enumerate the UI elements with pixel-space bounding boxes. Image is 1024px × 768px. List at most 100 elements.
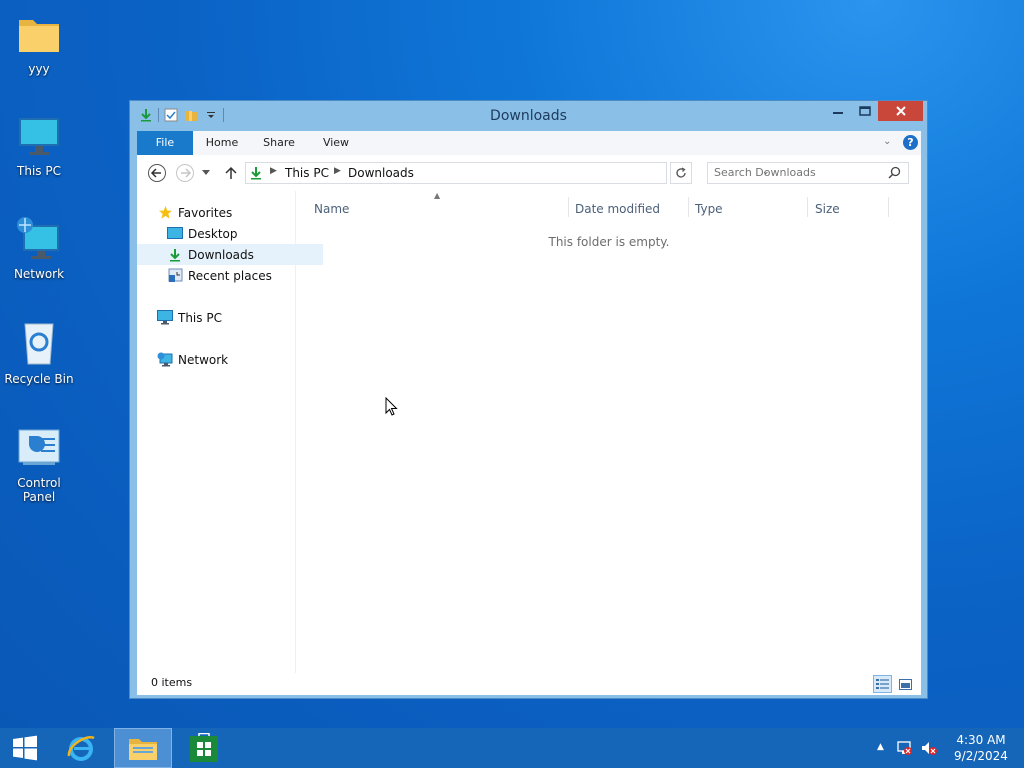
show-hidden-icons-button[interactable]: ▲ bbox=[877, 742, 884, 752]
status-bar: 0 items bbox=[137, 673, 921, 695]
close-button[interactable] bbox=[878, 101, 923, 121]
column-header-date-modified[interactable]: Date modified bbox=[575, 202, 660, 216]
control-panel-icon bbox=[15, 424, 63, 472]
ribbon-tabs: File Home Share View ⌄ ? bbox=[137, 131, 921, 155]
up-button[interactable] bbox=[221, 163, 241, 183]
nav-item-label: Favorites bbox=[178, 205, 233, 220]
downloads-icon bbox=[249, 166, 263, 183]
address-bar[interactable]: ▶ This PC ▶ Downloads ⌄ bbox=[245, 162, 770, 184]
nav-item-favorites[interactable]: Favorites bbox=[137, 202, 313, 223]
clock-time: 4:30 AM bbox=[956, 733, 1006, 747]
sort-ascending-icon: ▲ bbox=[434, 191, 441, 200]
column-header-size[interactable]: Size bbox=[815, 202, 840, 216]
desktop-icon-yyy[interactable]: yyy bbox=[0, 10, 78, 76]
downloads-icon bbox=[167, 247, 183, 263]
nav-item-downloads[interactable]: Downloads bbox=[137, 244, 323, 265]
network-status-icon[interactable] bbox=[897, 740, 913, 759]
nav-item-label: Downloads bbox=[188, 247, 254, 262]
column-divider[interactable] bbox=[568, 197, 569, 217]
nav-item-label: This PC bbox=[178, 310, 222, 325]
tab-home[interactable]: Home bbox=[199, 131, 245, 155]
recycle-bin-icon bbox=[15, 320, 63, 368]
recent-locations-button[interactable] bbox=[199, 163, 213, 183]
taskbar-file-explorer[interactable] bbox=[114, 728, 172, 768]
large-icons-view-button[interactable] bbox=[896, 675, 915, 693]
monitor-icon bbox=[157, 310, 173, 326]
content-area: Favorites Desktop Downloads Recent place… bbox=[137, 191, 921, 673]
star-icon bbox=[157, 205, 173, 221]
close-icon bbox=[895, 106, 906, 116]
desktop-icon-network[interactable]: Network bbox=[0, 215, 78, 281]
file-explorer-icon bbox=[129, 739, 157, 760]
maximize-button[interactable] bbox=[851, 101, 878, 121]
network-icon bbox=[15, 215, 63, 263]
help-icon[interactable]: ? bbox=[903, 135, 918, 150]
details-view-icon bbox=[876, 679, 889, 689]
nav-item-label: Network bbox=[178, 352, 229, 367]
system-clock[interactable]: 4:30 AM 9/2/2024 bbox=[948, 732, 1014, 764]
taskbar-store[interactable] bbox=[180, 728, 228, 768]
desktop-icon bbox=[167, 226, 183, 242]
breadcrumb-downloads[interactable]: Downloads bbox=[348, 166, 414, 180]
item-count: 0 items bbox=[151, 676, 193, 689]
tab-file[interactable]: File bbox=[137, 131, 193, 155]
recent-places-icon bbox=[167, 268, 183, 284]
column-divider[interactable] bbox=[807, 197, 808, 217]
details-view-button[interactable] bbox=[873, 675, 892, 693]
windows-logo-icon bbox=[13, 735, 37, 761]
large-icons-view-icon bbox=[899, 678, 912, 690]
column-header-name[interactable]: Name bbox=[314, 202, 349, 216]
store-icon bbox=[190, 733, 218, 762]
window-title: Downloads bbox=[490, 108, 567, 124]
monitor-icon bbox=[15, 112, 63, 160]
desktop-icon-control-panel[interactable]: Control Panel bbox=[0, 424, 78, 504]
breadcrumb-separator-icon[interactable]: ▶ bbox=[334, 166, 341, 176]
internet-explorer-icon bbox=[67, 735, 95, 761]
back-button[interactable] bbox=[147, 163, 167, 183]
forward-arrow-icon bbox=[176, 164, 194, 182]
expand-ribbon-icon[interactable]: ⌄ bbox=[883, 136, 891, 147]
breadcrumb-separator-icon[interactable]: ▶ bbox=[270, 166, 277, 176]
mouse-cursor-icon bbox=[385, 396, 399, 420]
desktop-icon-label: Network bbox=[13, 267, 65, 281]
refresh-button[interactable] bbox=[670, 162, 692, 184]
minimize-button[interactable] bbox=[824, 101, 851, 121]
nav-item-label: Recent places bbox=[188, 268, 272, 283]
taskbar-internet-explorer[interactable] bbox=[57, 728, 105, 768]
tab-view[interactable]: View bbox=[314, 131, 358, 155]
forward-button[interactable] bbox=[175, 163, 195, 183]
volume-muted-icon[interactable] bbox=[921, 740, 937, 759]
explorer-window: Downloads File Home Share View ⌄ ? ▶ Thi… bbox=[129, 100, 928, 699]
title-bar[interactable]: Downloads bbox=[130, 101, 927, 131]
clock-date: 9/2/2024 bbox=[954, 749, 1008, 763]
navigation-pane: Favorites Desktop Downloads Recent place… bbox=[137, 191, 323, 673]
nav-item-network[interactable]: Network bbox=[137, 349, 313, 370]
nav-item-recent-places[interactable]: Recent places bbox=[137, 265, 323, 286]
column-header-type[interactable]: Type bbox=[695, 202, 723, 216]
network-icon bbox=[157, 352, 173, 368]
up-arrow-icon bbox=[225, 166, 237, 179]
search-box[interactable] bbox=[707, 162, 909, 184]
nav-item-this-pc[interactable]: This PC bbox=[137, 307, 313, 328]
start-button[interactable] bbox=[0, 728, 50, 768]
folder-icon bbox=[15, 10, 63, 58]
refresh-icon bbox=[676, 167, 686, 178]
empty-folder-message: This folder is empty. bbox=[548, 235, 670, 249]
desktop-icon-this-pc[interactable]: This PC bbox=[0, 112, 78, 178]
taskbar: ▲ 4:30 AM 9/2/2024 bbox=[0, 728, 1024, 768]
desktop-icon-label: This PC bbox=[17, 164, 61, 178]
back-arrow-icon bbox=[148, 164, 166, 182]
breadcrumb-this-pc[interactable]: This PC bbox=[285, 166, 329, 180]
chevron-down-icon bbox=[202, 170, 210, 175]
nav-item-desktop[interactable]: Desktop bbox=[137, 223, 323, 244]
desktop-icon-recycle-bin[interactable]: Recycle Bin bbox=[0, 320, 78, 386]
tab-share[interactable]: Share bbox=[255, 131, 303, 155]
desktop-icon-label: yyy bbox=[28, 62, 50, 76]
search-icon[interactable] bbox=[888, 166, 901, 182]
column-divider[interactable] bbox=[888, 197, 889, 217]
desktop-icon-label: Recycle Bin bbox=[4, 372, 74, 386]
desktop-icon-label: Control Panel bbox=[17, 476, 61, 504]
search-input[interactable] bbox=[714, 166, 879, 179]
column-divider[interactable] bbox=[688, 197, 689, 217]
address-row: ▶ This PC ▶ Downloads ⌄ bbox=[137, 155, 921, 192]
